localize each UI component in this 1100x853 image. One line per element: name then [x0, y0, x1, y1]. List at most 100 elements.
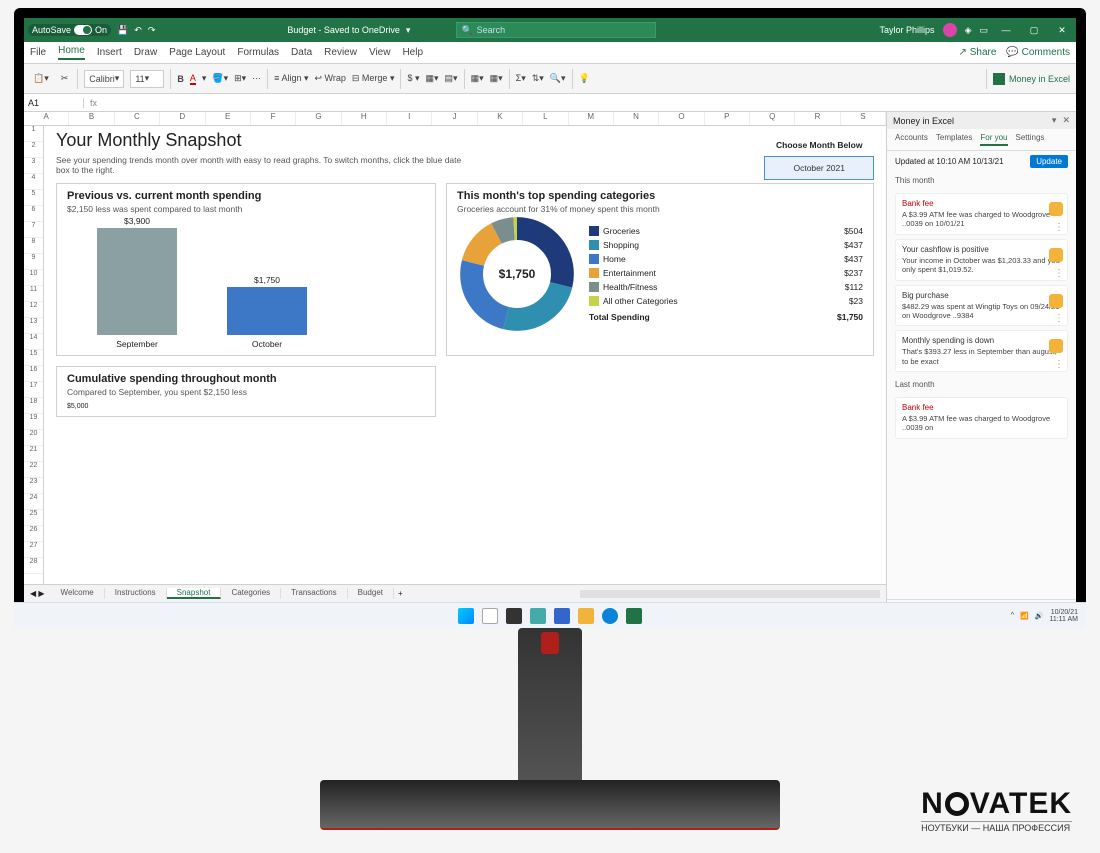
diamond-icon[interactable]: ◈	[965, 25, 972, 36]
insight-text: A $3.99 ATM fee was charged to Woodgrove…	[902, 414, 1061, 433]
ribbon: 📋▾ ✂ Calibri ▾ 11 ▾ B A▾ 🪣▾ ⊞▾ ⋯ ≡ Align…	[24, 64, 1076, 94]
brand: NVATEK НОУТБУКИ — НАША ПРОФЕССИЯ	[921, 787, 1072, 833]
tray-icon[interactable]: ▭	[979, 25, 988, 36]
menu-draw[interactable]: Draw	[134, 47, 157, 58]
taskview-icon[interactable]	[506, 608, 522, 624]
row-headers[interactable]: 1234567891011121314151617181920212223242…	[24, 126, 44, 584]
card3-title: Cumulative spending throughout month	[67, 373, 425, 385]
paste-icon[interactable]: 📋▾	[33, 73, 49, 84]
document-title: Budget - Saved to OneDrive	[287, 25, 400, 35]
insight-card[interactable]: Bank fee A $3.99 ATM fee was charged to …	[895, 397, 1068, 439]
explorer-icon[interactable]	[578, 608, 594, 624]
panel-section-last: Last month	[887, 376, 1076, 393]
font-color-icon[interactable]: A	[190, 73, 196, 85]
delete-cells-icon[interactable]: ▦▾	[490, 73, 503, 84]
donut-legend: Groceries$504Shopping$437Home$437Enterta…	[589, 226, 863, 322]
wrap-icon[interactable]: ↩ Wrap	[314, 73, 345, 84]
wifi-icon[interactable]: 📶	[1020, 612, 1029, 620]
autosave-label: AutoSave	[32, 25, 71, 35]
menu-pagelayout[interactable]: Page Layout	[169, 47, 225, 58]
user-name[interactable]: Taylor Phillips	[880, 25, 935, 35]
menu-data[interactable]: Data	[291, 47, 312, 58]
insight-card[interactable]: Your cashflow is positiveYour income in …	[895, 239, 1068, 281]
bold-icon[interactable]: B	[177, 74, 184, 84]
menu-formulas[interactable]: Formulas	[237, 47, 279, 58]
avatar[interactable]	[943, 23, 957, 37]
money-icon	[993, 73, 1005, 85]
save-icon[interactable]: 💾	[117, 25, 128, 36]
title-dropdown-icon[interactable]: ▾	[406, 25, 411, 36]
menu-file[interactable]: File	[30, 47, 46, 58]
sheet-tab-welcome[interactable]: Welcome	[51, 588, 105, 599]
font-name-select[interactable]: Calibri ▾	[84, 70, 124, 88]
donut-center: $1,750	[499, 267, 536, 281]
sheet-tab-categories[interactable]: Categories	[221, 588, 281, 599]
menu-view[interactable]: View	[369, 47, 391, 58]
edge-icon[interactable]	[602, 608, 618, 624]
horizontal-scrollbar[interactable]	[580, 590, 880, 598]
panel-tab-templates[interactable]: Templates	[936, 133, 972, 146]
insight-card[interactable]: Monthly spending is downThat's $393.27 l…	[895, 330, 1068, 372]
menu-help[interactable]: Help	[402, 47, 423, 58]
analyze-icon[interactable]: 💡	[579, 73, 590, 84]
insert-cells-icon[interactable]: ▦▾	[471, 73, 484, 84]
borders-icon[interactable]: ⊞▾	[234, 73, 246, 84]
menu-bar: File Home Insert Draw Page Layout Formul…	[24, 42, 1076, 64]
widgets-icon[interactable]	[530, 608, 546, 624]
cut-icon[interactable]: ✂	[61, 73, 69, 84]
taskbar-date[interactable]: 10/20/21	[1049, 609, 1078, 616]
sheet-tab-instructions[interactable]: Instructions	[105, 588, 167, 599]
menu-home[interactable]: Home	[58, 45, 85, 60]
card2-title: This month's top spending categories	[457, 190, 863, 202]
menu-review[interactable]: Review	[324, 47, 357, 58]
sort-icon[interactable]: ⇅▾	[532, 73, 544, 84]
align-icon[interactable]: ≡ Align ▾	[274, 73, 308, 84]
panel-close-icon[interactable]: ✕	[1062, 115, 1070, 126]
panel-section-this: This month	[887, 172, 1076, 189]
comments-button[interactable]: 💬 Comments	[1006, 47, 1070, 58]
table-format-icon[interactable]: ▤▾	[445, 73, 458, 84]
sheet-tab-transactions[interactable]: Transactions	[281, 588, 348, 599]
monitor-stand-neck	[518, 628, 582, 788]
panel-tab-for-you[interactable]: For you	[980, 133, 1007, 146]
chevron-up-icon[interactable]: ^	[1011, 612, 1014, 619]
month-button[interactable]: October 2021	[764, 156, 874, 180]
chat-icon[interactable]	[554, 608, 570, 624]
panel-menu-icon[interactable]: ▾	[1052, 115, 1057, 126]
fill-color-icon[interactable]: 🪣▾	[212, 73, 228, 84]
fx-label[interactable]: fx	[84, 98, 103, 108]
conditional-format-icon[interactable]: ▦▾	[426, 73, 439, 84]
insight-card[interactable]: Bank feeA $3.99 ATM fee was charged to W…	[895, 193, 1068, 235]
redo-icon[interactable]: ↷	[148, 25, 156, 36]
find-icon[interactable]: 🔍▾	[550, 73, 566, 84]
merge-icon[interactable]: ⊟ Merge ▾	[352, 73, 395, 84]
update-button[interactable]: Update	[1030, 155, 1068, 168]
autosum-icon[interactable]: Σ▾	[516, 73, 526, 84]
taskbar-search-icon[interactable]	[482, 608, 498, 624]
sheet-tab-budget[interactable]: Budget	[348, 588, 394, 599]
card-top-categories: This month's top spending categories Gro…	[446, 183, 874, 356]
menu-insert[interactable]: Insert	[97, 47, 122, 58]
sheet-tab-snapshot[interactable]: Snapshot	[167, 588, 222, 599]
search-box[interactable]: 🔍 Search	[456, 22, 656, 38]
toggle-icon	[74, 25, 92, 35]
excel-icon[interactable]	[626, 608, 642, 624]
minimize-button[interactable]: —	[996, 25, 1016, 35]
maximize-button[interactable]: ▢	[1024, 25, 1044, 36]
insight-card[interactable]: Big purchase$482.29 was spent at Wingtip…	[895, 285, 1068, 327]
undo-icon[interactable]: ↶	[134, 25, 142, 36]
column-headers[interactable]: ABCDEFGHIJKLMNOPQRS	[24, 112, 886, 126]
taskbar-time[interactable]: 11:11 AM	[1049, 616, 1078, 623]
share-button[interactable]: ↗ Share	[959, 47, 997, 58]
name-box[interactable]: A1	[24, 98, 84, 108]
number-format-icon[interactable]: $ ▾	[407, 73, 419, 84]
panel-tab-accounts[interactable]: Accounts	[895, 133, 928, 146]
volume-icon[interactable]: 🔊	[1035, 612, 1044, 620]
close-button[interactable]: ✕	[1052, 25, 1072, 36]
autosave-toggle[interactable]: AutoSave On	[28, 24, 111, 36]
panel-tab-settings[interactable]: Settings	[1016, 133, 1045, 146]
start-icon[interactable]	[458, 608, 474, 624]
font-size-select[interactable]: 11 ▾	[130, 70, 164, 88]
money-in-excel-button[interactable]: Money in Excel	[993, 73, 1070, 85]
more-icon[interactable]: ⋯	[252, 73, 261, 84]
